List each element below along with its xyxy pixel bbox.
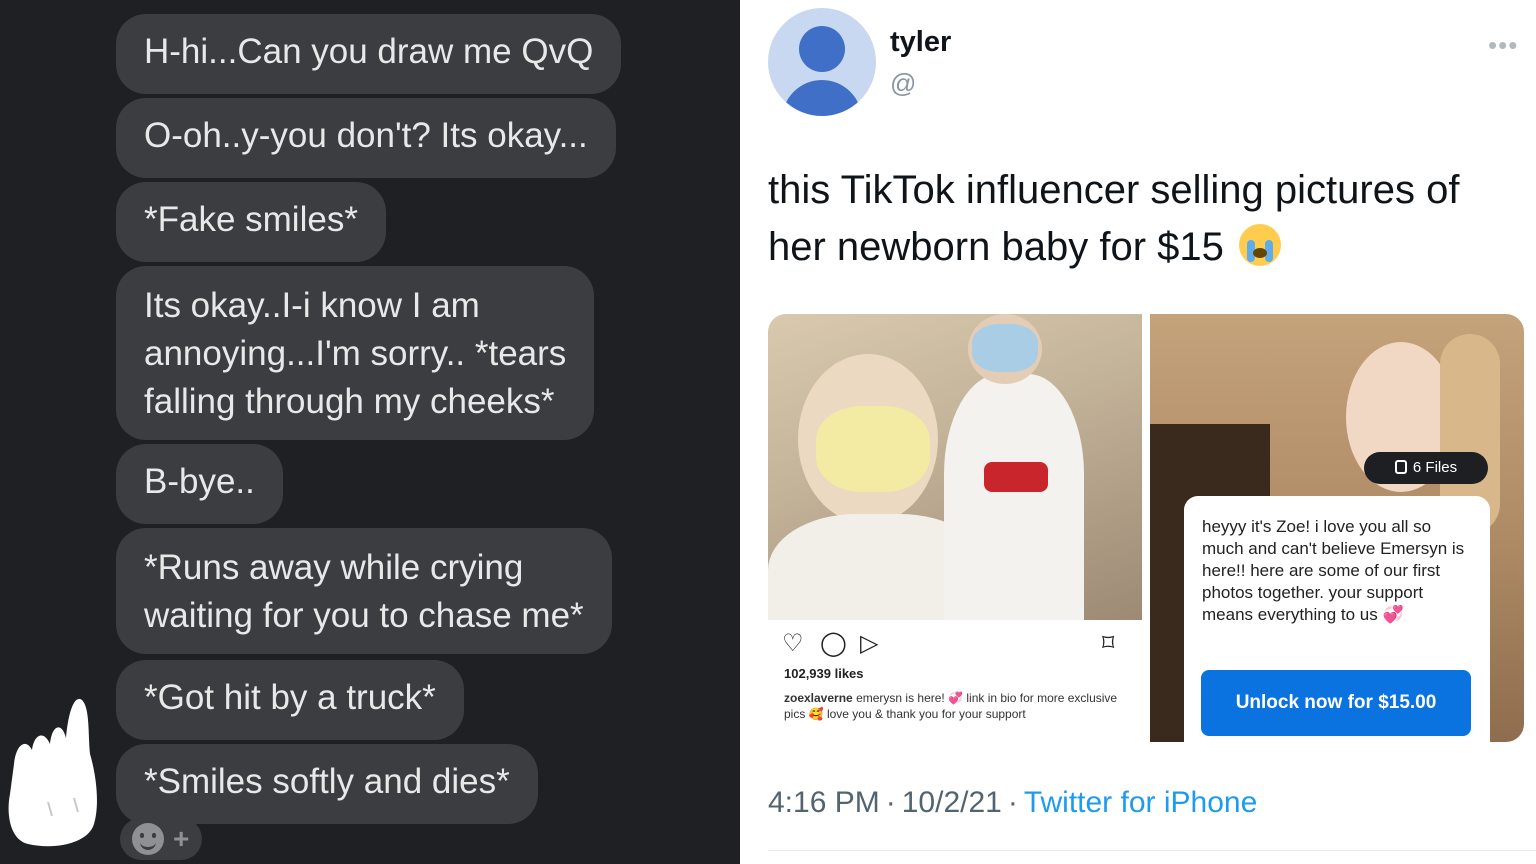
avatar-body [782,80,862,116]
levis-logo-shape [984,462,1048,492]
loudly-crying-face-icon [1238,224,1281,266]
instagram-caption: zoexlaverne emerysn is here! 💞 link in b… [784,690,1130,722]
message-line: waiting for you to chase me* [144,596,584,635]
bookmark-icon[interactable]: ⌑ [1102,630,1114,658]
message-line: H-hi...Can you draw me QvQ [144,32,594,71]
reaction-bar[interactable]: + [120,818,202,860]
blue-mask-shape [972,324,1038,372]
chat-message[interactable]: *Runs away while crying waiting for you … [116,528,612,654]
instagram-post[interactable]: ♡ ◯ ▷ ⌑ 102,939 likes zoexlaverne emerys… [768,314,1142,742]
message-line: *Runs away while crying [144,548,524,587]
message-card: heyyy it's Zoe! i love you all so much a… [1184,496,1490,742]
message-line: B-bye.. [144,462,255,501]
chat-message[interactable]: O-oh..y-you don't? Its okay... [116,98,616,178]
message-line: O-oh..y-you don't? Its okay... [144,116,588,155]
message-line: *Smiles softly and dies* [144,762,510,801]
plus-icon[interactable]: + [173,823,189,855]
message-line: *Got hit by a truck* [144,678,436,717]
tweet-time[interactable]: 4:16 PM [768,786,880,819]
unlock-button[interactable]: Unlock now for $15.00 [1201,670,1471,736]
tweet-text: this TikTok influencer selling pictures … [768,162,1528,276]
tweet-media[interactable]: ♡ ◯ ▷ ⌑ 102,939 likes zoexlaverne emerys… [768,314,1524,742]
chat-message[interactable]: *Got hit by a truck* [116,660,464,740]
yellow-mask-shape [816,406,930,492]
hospital-photo [768,314,1142,620]
tweet-source-link[interactable]: Twitter for iPhone [1024,786,1257,819]
chat-message[interactable]: B-bye.. [116,444,283,524]
chat-message[interactable]: Its okay..I-i know I am annoying...I'm s… [116,266,595,440]
hand-scribble-icon [8,698,97,847]
chat-panel: H-hi...Can you draw me QvQ O-oh..y-you d… [0,0,740,864]
comment-icon[interactable]: ◯ [820,630,847,658]
chat-message[interactable]: H-hi...Can you draw me QvQ [116,14,622,94]
user-handle[interactable]: @ [890,68,916,99]
copy-icon [1394,460,1407,474]
meta-separator: · [1007,786,1018,819]
man-shirt-shape [944,374,1084,620]
tweet-panel: tyler @ ••• this TikTok influencer selli… [744,0,1536,864]
files-count: 6 Files [1412,459,1458,476]
message-line: falling through my cheeks* [144,382,555,421]
tweet-meta: 4:16 PM · 10/2/21 · Twitter for iPhone [768,786,1257,820]
meta-separator: · [885,786,896,819]
creator-message: heyyy it's Zoe! i love you all so much a… [1202,517,1465,624]
message-line: annoying...I'm sorry.. *tears [144,334,567,373]
display-name[interactable]: tyler [890,26,951,59]
files-badge: 6 Files [1364,452,1488,484]
chat-message[interactable]: *Smiles softly and dies* [116,744,538,824]
avatar-head [799,26,845,72]
heart-icon[interactable]: ♡ [782,630,804,658]
smiley-icon[interactable] [132,823,164,855]
share-icon[interactable]: ▷ [860,630,878,658]
instagram-actions: ♡ ◯ ▷ ⌑ [782,630,1128,658]
message-line: Its okay..I-i know I am [144,286,480,325]
more-horizontal-icon[interactable]: ••• [1488,30,1518,61]
subscription-post[interactable]: 6 Files heyyy it's Zoe! i love you all s… [1150,314,1524,742]
message-line: *Fake smiles* [144,200,358,239]
divider-line [768,850,1536,851]
likes-count: 102,939 likes [784,666,864,681]
tweet-text-body: this TikTok influencer selling pictures … [768,168,1460,269]
chat-message[interactable]: *Fake smiles* [116,182,386,262]
tweet-date[interactable]: 10/2/21 [902,786,1002,819]
caption-username: zoexlaverne [784,691,853,705]
avatar[interactable] [768,8,876,116]
